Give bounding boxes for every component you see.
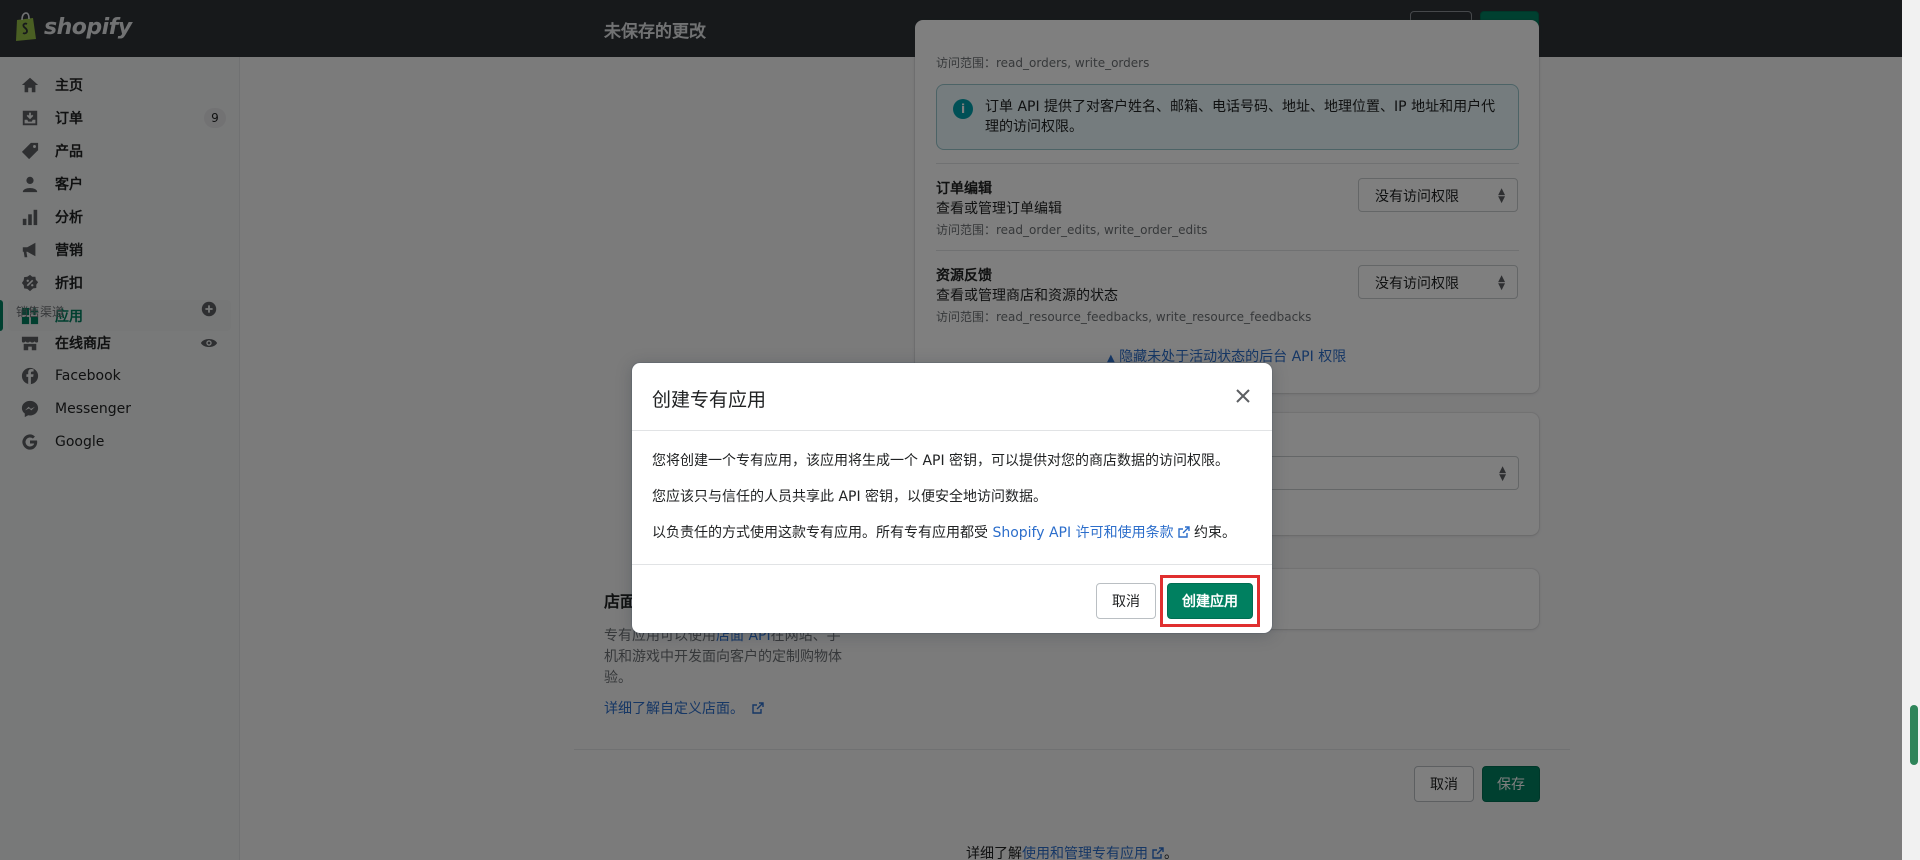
modal-paragraph: 您将创建一个专有应用，该应用将生成一个 API 密钥，可以提供对您的商店数据的访… [652,453,1230,469]
external-link-icon [1177,526,1190,538]
close-icon[interactable] [1232,385,1254,407]
create-private-app-modal: 创建专有应用 您将创建一个专有应用，该应用将生成一个 API 密钥，可以提供对您… [632,363,1272,633]
modal-paragraph: 以负责任的方式使用这款专有应用。所有专有应用都受 Shopify API 许可和… [652,523,1252,543]
modal-footer: 取消 创建应用 [632,564,1272,633]
page-scrollbar[interactable] [1902,0,1920,860]
modal-paragraph-text: 约束。 [1189,525,1237,541]
modal-body: 您将创建一个专有应用，该应用将生成一个 API 密钥，可以提供对您的商店数据的访… [652,451,1252,559]
create-app-button[interactable]: 创建应用 [1167,583,1253,619]
modal-header: 创建专有应用 [632,363,1272,431]
scrollbar-thumb[interactable] [1910,705,1918,765]
modal-paragraph-text: 以负责任的方式使用这款专有应用。所有专有应用都受 [652,525,993,541]
modal-cancel-button[interactable]: 取消 [1096,583,1156,619]
highlight-box: 创建应用 [1160,575,1260,627]
modal-title: 创建专有应用 [652,389,767,411]
api-terms-link[interactable]: Shopify API 许可和使用条款 [992,525,1173,541]
modal-paragraph: 您应该只与信任的人员共享此 API 密钥，以便安全地访问数据。 [652,489,1048,505]
